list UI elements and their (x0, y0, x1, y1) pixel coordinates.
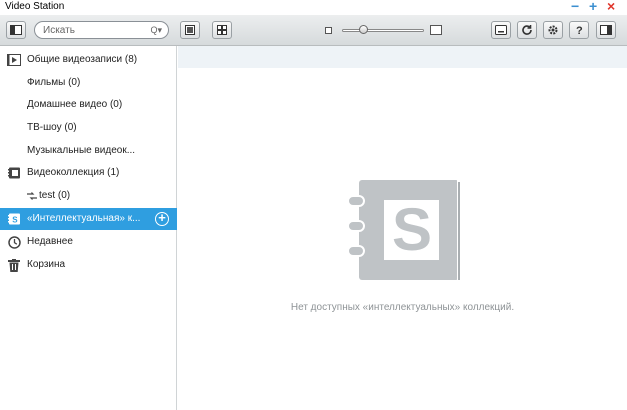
sidebar-item-label: «Интеллектуальная» к... (27, 213, 141, 224)
video-folder-icon (7, 53, 21, 67)
sidebar-item-label: Корзина (27, 259, 66, 270)
thumbnail-view-button[interactable] (212, 21, 232, 39)
minimize-button[interactable]: − (571, 0, 579, 14)
zoom-out-icon[interactable] (325, 27, 332, 34)
clock-icon (7, 235, 21, 249)
trash-icon (7, 258, 21, 272)
help-icon: ? (576, 25, 583, 36)
sidebar-item-shared-videos[interactable]: Общие видеозаписи (8) (0, 49, 177, 71)
search-box[interactable]: Q▾ (34, 21, 169, 39)
smart-collection-icon: S (7, 212, 21, 226)
sidebar-item-label: Недавнее (27, 236, 73, 247)
sidebar-item-home-video[interactable]: Домашнее видео (0) (0, 94, 177, 116)
sidebar-item-label: Общие видеозаписи (8) (27, 54, 138, 65)
info-panel-icon (600, 25, 612, 35)
toolbar: Q▾ ? (0, 15, 627, 46)
empty-state-message: Нет доступных «интеллектуальных» коллекц… (290, 302, 515, 313)
subtitle-icon (495, 25, 507, 35)
sidebar-item-label: Фильмы (0) (27, 77, 81, 88)
svg-text:S: S (12, 216, 18, 225)
sidebar-panel-icon (10, 25, 22, 35)
sidebar-item-label: Домашнее видео (0) (27, 99, 123, 110)
search-icon[interactable]: Q▾ (150, 25, 162, 36)
zoom-slider[interactable] (342, 29, 424, 32)
sidebar-item-label: Музыкальные видеок... (27, 145, 136, 156)
sidebar-item-recent[interactable]: Недавнее (0, 231, 177, 253)
sidebar-item-label: ТВ-шоу (0) (27, 122, 77, 133)
maximize-button[interactable]: + (589, 0, 597, 14)
window-title: Video Station (5, 1, 65, 12)
close-button[interactable]: × (607, 0, 615, 14)
toggle-sidebar-button[interactable] (6, 21, 26, 39)
gear-icon (548, 25, 558, 35)
search-input[interactable] (43, 24, 148, 37)
sidebar-item-movies[interactable]: Фильмы (0) (0, 72, 177, 94)
info-panel-button[interactable] (596, 21, 616, 39)
svg-text:?: ? (576, 25, 583, 36)
zoom-slider-handle[interactable] (359, 25, 368, 34)
subtitle-button[interactable] (491, 21, 511, 39)
main-content: S Нет доступных «интеллектуальных» колле… (178, 46, 627, 410)
empty-icon-letter: S (392, 196, 432, 263)
sidebar-item-label: Видеоколлекция (1) (27, 167, 120, 178)
sidebar-item-test[interactable]: test (0) (0, 185, 177, 207)
list-view-icon (185, 25, 195, 35)
content-header-strip (178, 46, 627, 68)
sidebar-item-video-collection[interactable]: Видеоколлекция (1) (0, 162, 177, 184)
grid-view-icon (217, 25, 227, 35)
sidebar-item-tv-shows[interactable]: ТВ-шоу (0) (0, 117, 177, 139)
smart-collection-empty-icon: S (347, 180, 460, 280)
refresh-icon (522, 25, 532, 35)
sidebar-item-music-videos[interactable]: Музыкальные видеок... (0, 140, 177, 162)
list-view-button[interactable] (180, 21, 200, 39)
shuffle-icon (25, 189, 39, 203)
collection-icon (7, 166, 21, 180)
sidebar-item-label: test (0) (39, 190, 71, 201)
sidebar-item-smart-collection[interactable]: S «Интеллектуальная» к... + (0, 208, 177, 230)
zoom-in-icon[interactable] (430, 25, 442, 35)
refresh-button[interactable] (517, 21, 537, 39)
help-button[interactable]: ? (569, 21, 589, 39)
add-smart-collection-button[interactable]: + (155, 211, 169, 226)
title-bar: Video Station − + × (0, 0, 627, 15)
sidebar-item-trash[interactable]: Корзина (0, 254, 177, 276)
sidebar: Общие видеозаписи (8) Фильмы (0) Домашне… (0, 46, 177, 410)
settings-button[interactable] (543, 21, 563, 39)
